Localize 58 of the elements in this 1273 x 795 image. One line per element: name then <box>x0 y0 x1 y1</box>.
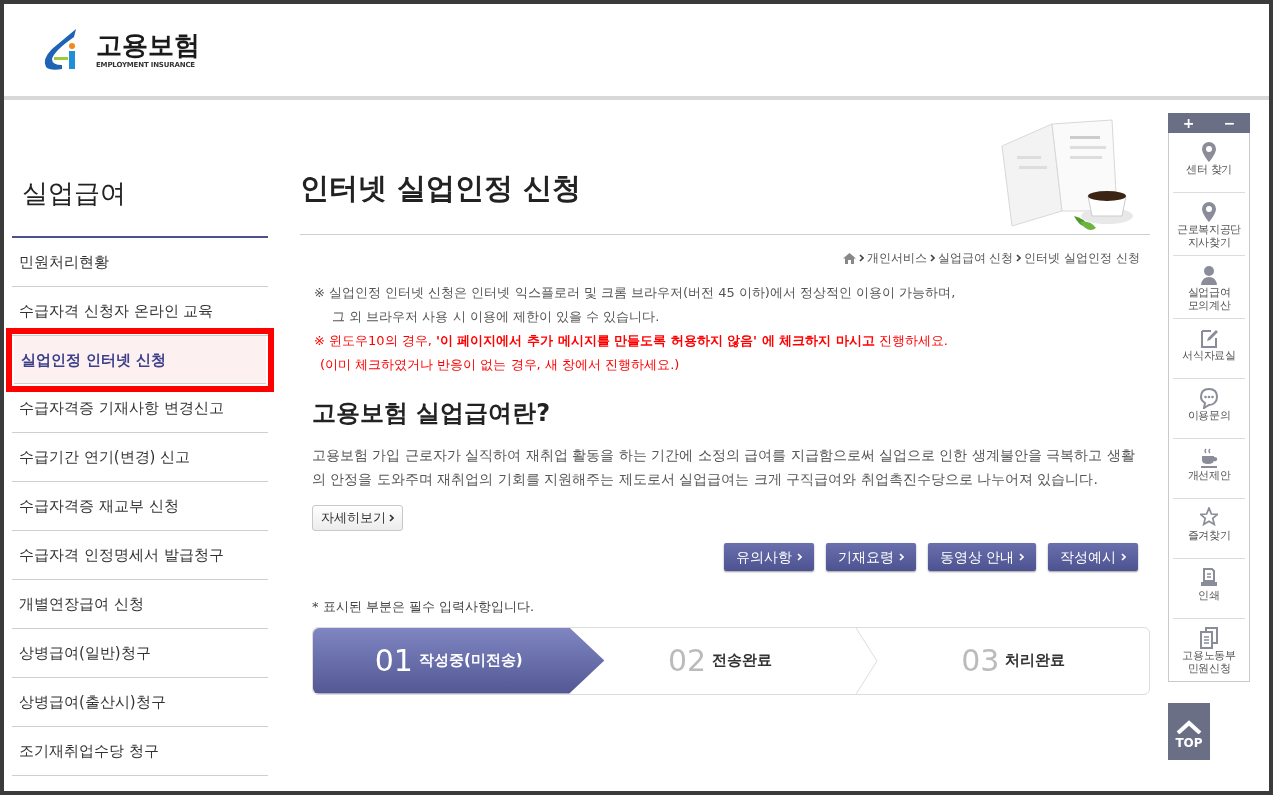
quick-menu-item[interactable]: 센터 찾기 <box>1173 133 1245 193</box>
map-pin-icon <box>1200 201 1218 223</box>
section-title: 고용보험 실업급여란? <box>312 398 552 429</box>
chevron-icon <box>796 553 802 561</box>
quick-menu-item[interactable]: 즐겨찾기 <box>1173 499 1245 559</box>
section-description: 고용보험 가입 근로자가 실직하여 재취업 활동을 하는 기간에 소정의 급여를 지급함으로써 실업으로 인한 생계불안을 극복하고 생활의 안정을 도와주며 재취업의 기회를 지원해주는 제도로서 실업급여는 크게 구직급여와 취업촉진수당으로 나누어져 있습니다. <box>312 446 1136 489</box>
breadcrumb-separator-icon <box>858 254 864 262</box>
print-icon <box>1200 567 1218 589</box>
documents-icon <box>1200 627 1218 649</box>
notice-text: ※ 실업인정 인터넷 신청은 인터넷 익스플로러 및 크롬 브라우저(버전 45 이하)에서 정상적인 이용이 가능하며, <box>314 284 957 302</box>
sidebar-item[interactable]: 수급자격 인정명세서 발급청구 <box>12 531 268 580</box>
quick-menu-item[interactable]: 이용문의 <box>1173 379 1245 439</box>
page-title: 인터넷 실업인정 신청 <box>300 169 582 207</box>
notice-text: 그 외 브라우저 사용 시 이용에 제한이 있을 수 있습니다. <box>331 308 661 326</box>
chevron-icon <box>1121 553 1126 561</box>
home-icon <box>842 252 856 264</box>
person-icon <box>1200 264 1218 286</box>
quick-menu-item[interactable]: 근로복지공단 지사찾기 <box>1173 193 1245 256</box>
coffee-cup-icon <box>1200 447 1218 469</box>
action-button[interactable]: 유의사항 <box>723 543 814 571</box>
top-button[interactable]: TOP <box>1168 703 1210 760</box>
chevron-icon <box>389 514 394 522</box>
zoom-out-button[interactable]: − <box>1223 112 1236 134</box>
zoom-in-button[interactable]: + <box>1182 112 1195 134</box>
more-button[interactable]: 자세히보기 <box>312 505 403 531</box>
map-pin-icon <box>1200 141 1218 163</box>
edit-icon <box>1200 327 1218 349</box>
sidebar-item[interactable]: 수급자격증 기재사항 변경신고 <box>12 384 268 433</box>
chevron-icon <box>898 553 904 561</box>
quick-menu-item[interactable]: 실업급여 모의계산 <box>1173 256 1245 319</box>
chat-bubble-icon <box>1200 387 1218 409</box>
chevron-icon <box>1019 553 1024 561</box>
action-button[interactable]: 동영상 안내 <box>927 543 1036 571</box>
breadcrumb-separator-icon <box>1016 254 1022 262</box>
action-button[interactable]: 작성예시 <box>1048 543 1138 571</box>
sidebar-title: 실업급여 <box>21 177 127 210</box>
sidebar-item[interactable]: 수급기간 연기(변경) 신고 <box>12 433 268 482</box>
notice-text: ※ 윈도우10의 경우, '이 페이지에서 추가 메시지를 만들도록 허용하지 않음' 에 체크하지 마시고 진행하세요. <box>314 332 949 350</box>
breadcrumb-link[interactable]: 인터넷 실업인정 신청 <box>1024 249 1140 267</box>
notice-text: (이미 체크하였거나 반응이 없는 경우, 새 창에서 진행하세요.) <box>319 356 681 374</box>
star-icon <box>1200 507 1218 529</box>
action-button[interactable]: 기재요령 <box>825 543 916 571</box>
breadcrumb-link[interactable]: 개인서비스 <box>866 249 927 267</box>
quick-menu-item[interactable]: 인쇄 <box>1173 559 1245 619</box>
required-note: * 표시된 부분은 필수 입력사항입니다. <box>312 598 536 616</box>
sidebar-item[interactable]: 상병급여(일반)청구 <box>12 629 268 678</box>
quick-menu-item[interactable]: 서식자료실 <box>1173 319 1245 379</box>
sidebar-item[interactable]: 조기재취업수당 청구 <box>12 727 268 776</box>
quick-menu-item[interactable]: 개선제안 <box>1173 439 1245 499</box>
logo-text: 고용보험 <box>96 30 200 60</box>
sidebar-item[interactable]: 개별연장급여 신청 <box>12 580 268 629</box>
caret-up-icon <box>1176 720 1202 734</box>
quick-menu-item[interactable]: 고용노동부 민원신청 <box>1173 619 1245 681</box>
sidebar-item[interactable]: 민원처리현황 <box>12 238 268 287</box>
sidebar-item[interactable]: 상병급여(출산시)청구 <box>12 678 268 727</box>
sidebar-item[interactable]: 수급자격증 재교부 신청 <box>12 482 268 531</box>
breadcrumb-separator-icon <box>929 254 935 262</box>
breadcrumb-link[interactable]: 실업급여 신청 <box>937 249 1014 267</box>
